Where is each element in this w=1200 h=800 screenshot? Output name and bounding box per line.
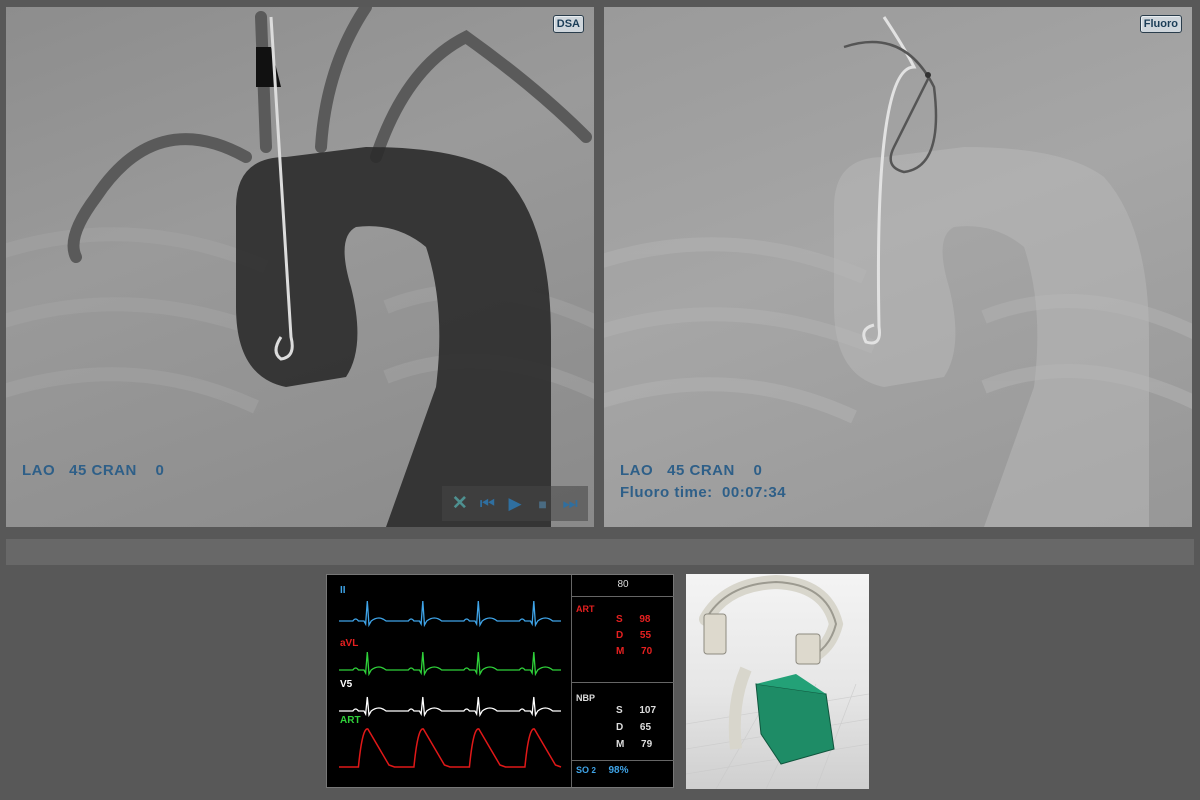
fluoro-time-readout: Fluoro time: 00:07:34 [620,484,786,501]
dsa-mode-badge: DSA [552,15,584,33]
c-arm-3d-view[interactable] [686,574,869,789]
art-d-value: 55 [639,630,652,641]
fluoro-projection-label: LAO 45 CRAN 0 [620,462,763,479]
fluoro-time-label: Fluoro time: [620,484,713,501]
art-systolic: S 98 [616,614,650,625]
heart-rate-value: 80 [617,579,629,590]
divider-bar [6,539,1194,565]
lead-ii-waveform [339,600,561,628]
close-icon[interactable]: ✕ [448,492,472,515]
art-d-label: D [616,630,624,641]
fluoro-image [604,16,1192,527]
dsa-projection-label: LAO 45 CRAN 0 [22,462,165,479]
nbp-d-label: D [616,722,624,733]
art-m-value: 70 [641,646,653,657]
heart-rate-box: 80 [572,575,674,597]
patient-monitor: II aVL V5 ART 80 ART S 98 D 55 M 70 NBP … [326,574,674,788]
spo2-subscript: 2 [591,766,596,775]
lead-ii-label: II [340,585,346,596]
vitals-panel: 80 ART S 98 D 55 M 70 NBP S 107 D 65 M 7… [571,575,674,787]
art-s-value: 98 [639,614,651,625]
ecg-waveforms: II aVL V5 ART [327,575,571,787]
nbp-mean: M 79 [616,739,652,750]
art-label: ART [576,604,595,614]
fluoro-mode-badge: Fluoro [1139,15,1182,33]
nbp-label: NBP [576,693,596,703]
lead-avl-label: aVL [340,638,359,649]
skip-forward-icon[interactable]: ⏭ [558,494,582,514]
art-s-label: S [616,614,623,625]
nbp-m-label: M [616,739,625,750]
playback-controls: ✕ ⏮ ▶ ■ ⏭ [442,486,588,521]
art-pressure-box: ART S 98 D 55 M 70 [572,597,674,683]
waveform-canvas [339,600,562,768]
spo2-reading: SO 2 98% [576,765,629,776]
fluoro-viewer[interactable]: Fluoro LAO 45 CRAN 0 Fluoro time: 00:07:… [604,7,1192,527]
art-m-label: M [616,646,625,657]
fluoro-time-value: 00:07:34 [722,484,787,501]
nbp-d-value: 65 [639,722,652,733]
art-diastolic: D 55 [616,630,651,641]
lead-v5-waveform [339,696,561,718]
dsa-viewer[interactable]: DSA LAO 45 CRAN 0 ✕ ⏮ ▶ ■ ⏭ [6,7,594,527]
nbp-diastolic: D 65 [616,722,651,733]
lead-art-label: ART [340,715,361,726]
art-mean: M 70 [616,646,652,657]
spo2-value: 98% [608,765,629,776]
nbp-m-value: 79 [641,739,653,750]
art-waveform [339,728,562,768]
skip-back-icon[interactable]: ⏮ [475,494,499,514]
stop-icon[interactable]: ■ [531,496,555,512]
play-icon[interactable]: ▶ [503,494,527,514]
nbp-systolic: S 107 [616,705,656,716]
dsa-image [6,7,594,527]
nbp-pressure-box: NBP S 107 D 65 M 79 [572,683,674,761]
c-arm-illustration [686,574,869,789]
lead-v5-label: V5 [340,679,353,690]
spo2-label: SO [576,765,590,775]
nbp-s-value: 107 [639,705,657,716]
spo2-box: SO 2 98% [572,761,674,787]
lead-avl-waveform [339,651,561,677]
nbp-s-label: S [616,705,623,716]
